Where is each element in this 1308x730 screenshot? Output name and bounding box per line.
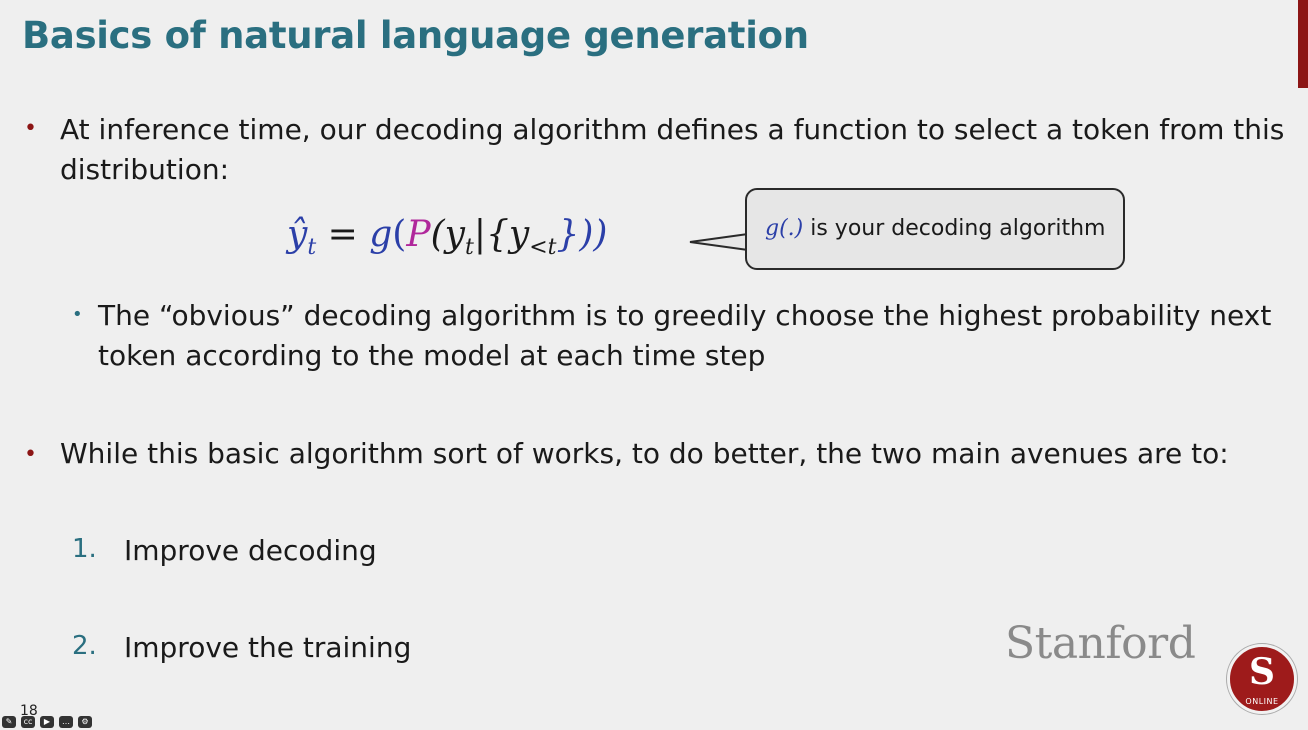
list-number-1: 1.	[72, 534, 97, 564]
bullet-1-line-2: distribution:	[60, 153, 229, 186]
pencil-icon[interactable]: ✎	[2, 716, 16, 728]
slide-title: Basics of natural language generation	[22, 14, 809, 57]
bullet-1-line-1: At inference time, our decoding algorith…	[60, 113, 1285, 146]
callout-pointer	[689, 233, 749, 251]
accent-bar	[1298, 0, 1308, 88]
formula: ŷt = g(P(yt|{y<t}))	[287, 214, 608, 261]
list-item-1: Improve decoding	[124, 534, 377, 567]
settings-icon[interactable]: ⚙	[78, 716, 92, 728]
captions-icon[interactable]: cc	[21, 716, 35, 728]
list-item-2: Improve the training	[124, 631, 412, 664]
chat-icon[interactable]: …	[59, 716, 73, 728]
bullet-dot: •	[24, 442, 37, 467]
stanford-online-logo: S ONLINE	[1227, 644, 1297, 714]
sub-bullet-line-2: token according to the model at each tim…	[98, 339, 766, 372]
list-number-2: 2.	[72, 631, 97, 661]
camera-icon[interactable]: ▶	[40, 716, 54, 728]
stanford-wordmark: Stanford	[1005, 618, 1196, 669]
callout-box: g(.) is your decoding algorithm	[745, 188, 1125, 270]
slide: Basics of natural language generation • …	[0, 0, 1308, 730]
sub-bullet-line-1: The “obvious” decoding algorithm is to g…	[98, 299, 1272, 332]
bullet-2: While this basic algorithm sort of works…	[60, 437, 1229, 470]
sub-bullet-dot: •	[72, 304, 83, 325]
presentation-toolbar: ✎ cc ▶ … ⚙	[2, 716, 92, 730]
bullet-dot: •	[24, 116, 37, 141]
callout-text: g(.) is your decoding algorithm	[765, 216, 1106, 241]
